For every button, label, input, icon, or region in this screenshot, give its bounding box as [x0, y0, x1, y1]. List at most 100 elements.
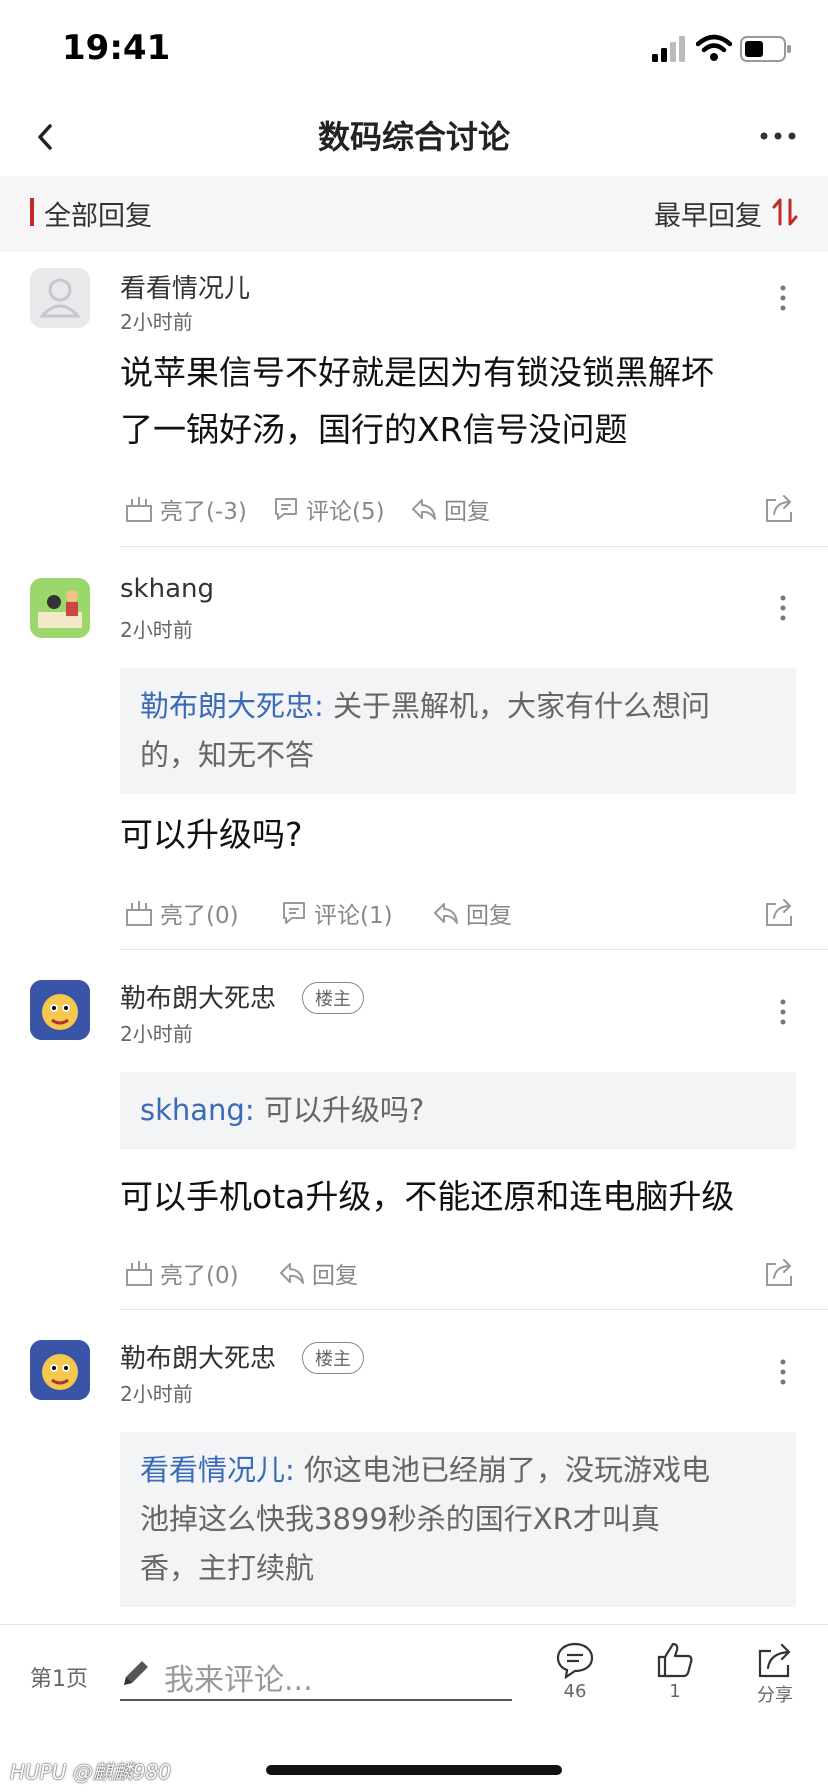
- reply-post: 看看情况儿 2小时前 说苹果信号不好就是因为有锁没锁黑解坏 了一锅好汤，国行的X…: [0, 252, 828, 548]
- watermark-brand: HUPU: [10, 1760, 67, 1784]
- quoted-reply: skhang: 可以升级吗?: [120, 1072, 796, 1149]
- avatar[interactable]: [30, 578, 90, 638]
- page-indicator[interactable]: 第1页: [30, 1661, 88, 1693]
- thread-owner-badge: 楼主: [302, 982, 364, 1014]
- divider: [120, 949, 828, 950]
- thread-owner-badge: 楼主: [302, 1342, 364, 1374]
- cellular-signal-icon: [652, 36, 685, 62]
- reply-button[interactable]: 回复: [278, 1256, 358, 1290]
- share-label: 分享: [757, 1685, 793, 1706]
- more-options-icon[interactable]: [758, 128, 798, 144]
- quote-text: 关于黑解机，大家有什么想问: [333, 689, 711, 723]
- comment-button[interactable]: 评论(5): [272, 492, 385, 526]
- like-button[interactable]: 1: [640, 1641, 710, 1702]
- light-icon: [126, 901, 152, 926]
- comments-icon: [556, 1642, 594, 1679]
- share-icon: [758, 1643, 791, 1678]
- light-button[interactable]: 亮了(0): [124, 1256, 239, 1290]
- divider: [120, 546, 828, 547]
- light-button[interactable]: 亮了(-3): [124, 492, 247, 526]
- post-actions: 亮了(-3) 评论(5) 回复: [120, 492, 796, 532]
- light-button[interactable]: 亮了(0): [124, 896, 239, 930]
- cartoon-avatar-icon: [30, 578, 90, 638]
- page-title: 数码综合讨论: [317, 118, 510, 156]
- post-time: 2小时前: [120, 1382, 193, 1406]
- quote-line: 池掉这么快我3899秒杀的国行XR才叫真: [140, 1502, 660, 1536]
- divider: [120, 1309, 828, 1310]
- reply-icon: [434, 903, 458, 924]
- reply-filter-bar: 全部回复 最早回复: [0, 176, 828, 252]
- comments-button[interactable]: 46: [540, 1641, 610, 1702]
- reply-post: 勒布朗大死忠 楼主 2小时前 看看情况儿: 你这电池已经崩了，没玩游戏电 池掉这…: [0, 1312, 828, 1624]
- navigation-bar: 数码综合讨论: [0, 100, 828, 177]
- reply-button[interactable]: 回复: [410, 492, 490, 526]
- quoted-username[interactable]: 勒布朗大死忠:: [140, 689, 324, 723]
- home-indicator[interactable]: [266, 1765, 562, 1775]
- avatar[interactable]: [30, 268, 90, 328]
- reply-label: 回复: [466, 903, 512, 929]
- reply-label: 回复: [444, 499, 490, 525]
- comment-icon: [283, 902, 305, 924]
- reply-body-line: 可以手机ota升级，不能还原和连电脑升级: [120, 1177, 735, 1216]
- comment-input[interactable]: 我来评论...: [164, 1655, 313, 1699]
- share-icon[interactable]: [762, 1256, 796, 1290]
- sort-icon[interactable]: [770, 196, 800, 228]
- light-icon: [126, 1261, 152, 1286]
- post-actions: 亮了(0) 评论(1) 回复: [120, 896, 796, 936]
- share-icon[interactable]: [762, 896, 796, 930]
- sort-earliest-button[interactable]: 最早回复: [654, 194, 762, 233]
- post-actions: 亮了(0) 回复: [120, 1256, 796, 1296]
- quoted-username[interactable]: skhang:: [140, 1093, 255, 1127]
- comment-button[interactable]: 评论(1): [280, 896, 393, 930]
- reply-icon: [280, 1263, 304, 1284]
- reply-post: 勒布朗大死忠 楼主 2小时前 skhang: 可以升级吗? 可以手机ota升级，…: [0, 952, 828, 1312]
- quote-line: 的，知无不答: [140, 738, 315, 772]
- username[interactable]: 勒布朗大死忠: [120, 978, 276, 1015]
- username[interactable]: 看看情况儿: [120, 268, 250, 305]
- input-underline: [120, 1699, 512, 1701]
- status-bar: 19:41: [0, 0, 828, 100]
- avatar[interactable]: [30, 980, 90, 1040]
- quoted-username[interactable]: 看看情况儿:: [140, 1453, 295, 1487]
- comment-count: 评论(5): [306, 499, 385, 525]
- post-options-icon[interactable]: [778, 1358, 788, 1386]
- reply-icon: [412, 499, 436, 520]
- post-time: 2小时前: [120, 1022, 193, 1046]
- thumbs-up-icon: [657, 1642, 693, 1678]
- battery-icon: [740, 36, 791, 62]
- wifi-icon: [696, 34, 732, 61]
- quote-line: skhang: 可以升级吗?: [140, 1086, 776, 1135]
- light-count: 亮了(0): [160, 1263, 239, 1289]
- cartoon-avatar-icon: [30, 1340, 90, 1400]
- reply-body-line: 了一锅好汤，国行的XR信号没问题: [120, 410, 628, 449]
- light-count: 亮了(0): [160, 903, 239, 929]
- share-icon[interactable]: [762, 492, 796, 526]
- quote-line: 香，主打续航: [140, 1551, 315, 1585]
- comment-icon: [275, 498, 297, 520]
- reply-button[interactable]: 回复: [432, 896, 512, 930]
- quote-text: 你这电池已经崩了，没玩游戏电: [304, 1453, 711, 1487]
- reply-label: 回复: [312, 1263, 358, 1289]
- avatar[interactable]: [30, 1340, 90, 1400]
- quote-line: 看看情况儿: 你这电池已经崩了，没玩游戏电: [140, 1446, 776, 1495]
- share-button[interactable]: 分享: [740, 1641, 810, 1707]
- username[interactable]: 勒布朗大死忠: [120, 1338, 276, 1375]
- comment-count: 评论(1): [314, 903, 393, 929]
- hupu-watermark: HUPU @麒麟980: [10, 1756, 171, 1785]
- comments-count: 46: [563, 1681, 587, 1702]
- post-options-icon[interactable]: [778, 998, 788, 1026]
- username[interactable]: skhang: [120, 574, 214, 604]
- reply-body: 说苹果信号不好就是因为有锁没锁黑解坏 了一锅好汤，国行的XR信号没问题: [120, 344, 800, 458]
- quoted-reply: 勒布朗大死忠: 关于黑解机，大家有什么想问 的，知无不答: [120, 668, 796, 794]
- all-replies-tab[interactable]: 全部回复: [44, 194, 152, 233]
- reply-body-line: 可以升级吗?: [120, 815, 303, 854]
- post-options-icon[interactable]: [778, 284, 788, 312]
- cartoon-avatar-icon: [30, 980, 90, 1040]
- quote-line: 勒布朗大死忠: 关于黑解机，大家有什么想问: [140, 682, 776, 731]
- post-options-icon[interactable]: [778, 594, 788, 622]
- reply-body: 可以手机ota升级，不能还原和连电脑升级: [120, 1168, 800, 1225]
- light-count: 亮了(-3): [160, 499, 247, 525]
- reply-post: skhang 2小时前 勒布朗大死忠: 关于黑解机，大家有什么想问 的，知无不答…: [0, 548, 828, 952]
- watermark-handle: @麒麟980: [72, 1760, 171, 1784]
- reply-body-line: 说苹果信号不好就是因为有锁没锁黑解坏: [120, 353, 714, 392]
